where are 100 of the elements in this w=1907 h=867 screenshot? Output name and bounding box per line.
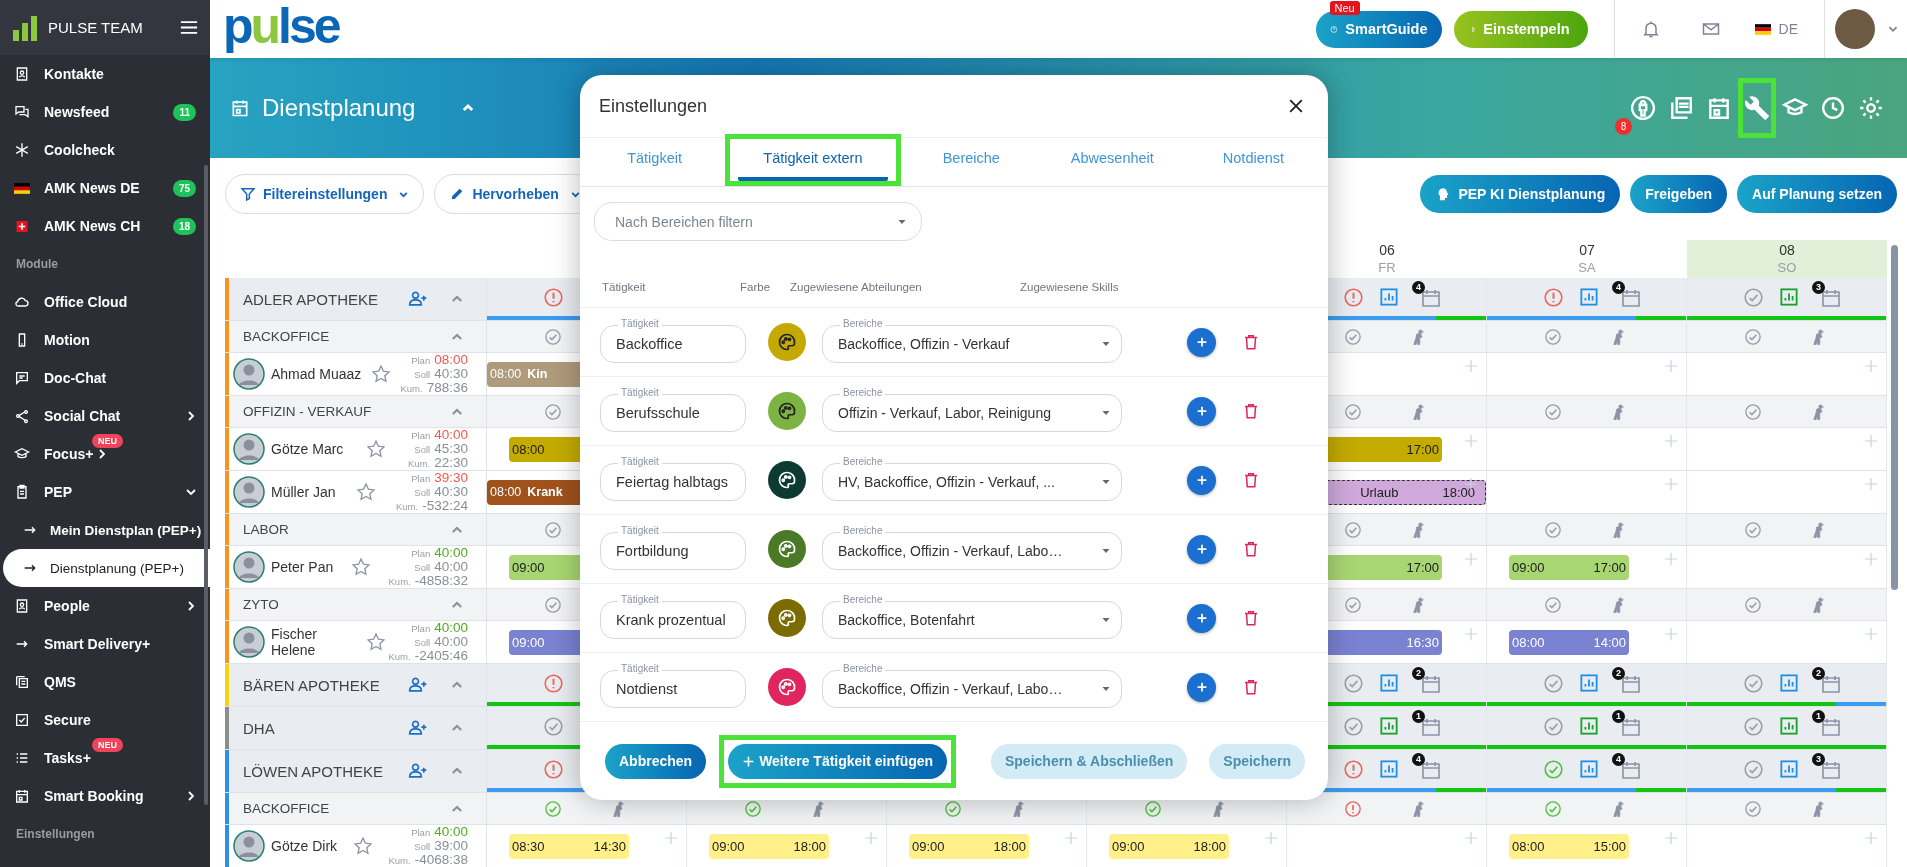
target-value: 39:00 <box>434 839 468 852</box>
employee-name: Müller Jan <box>271 484 336 500</box>
new-badge: NEU <box>92 738 123 752</box>
plan-label: Plan <box>411 622 431 635</box>
cumulative-label: Kum. <box>388 575 411 588</box>
cumulative-value: -4858:32 <box>414 574 468 587</box>
weekday-label: FR <box>1378 259 1396 277</box>
shift-bar[interactable]: 08:00 14:00 <box>1509 629 1629 655</box>
count-badge: 4 <box>1612 753 1625 766</box>
shift-bar[interactable]: 08:30 14:30 <box>509 833 629 859</box>
plan-value: 40:00 <box>434 546 468 559</box>
plan-value: 08:00 <box>434 353 468 366</box>
group-name: DHA <box>243 719 276 737</box>
plan-value: 39:30 <box>434 471 468 484</box>
count-badge: 2 <box>1612 667 1625 680</box>
plan-label: Plan <box>411 826 431 839</box>
plan-label: Plan <box>411 547 431 560</box>
plan-value: 40:00 <box>434 621 468 634</box>
column-header: Farbe <box>740 281 771 293</box>
count-badge: 11 <box>173 103 196 121</box>
count-badge: 3 <box>1812 281 1825 294</box>
shift-bar[interactable]: 09:00 18:00 <box>1109 833 1229 859</box>
filter-button[interactable]: Filtereinstellungen <box>225 174 425 214</box>
column-header: Zugewiesene Skills <box>1020 281 1119 293</box>
target-label: Soll <box>414 486 431 499</box>
cumulative-label: Kum. <box>388 854 411 867</box>
section-label: Einstellungen <box>15 826 96 843</box>
sidebar-item[interactable]: PEP <box>0 473 76 511</box>
target-value: 40:30 <box>434 485 468 498</box>
column-header: Zugewiesene Abteilungen <box>790 281 922 293</box>
count-badge: 75 <box>172 179 196 197</box>
sidebar-item[interactable]: Office Cloud <box>0 283 132 321</box>
action-button[interactable]: PEP KI Dienstplanung <box>1420 175 1621 213</box>
cumulative-value: -2405:46 <box>414 649 468 662</box>
dialog-button[interactable]: Weitere Tätigkeit einfügen <box>728 743 948 779</box>
employee-name: Götze Marc <box>271 441 344 457</box>
weekday-label: SA <box>1578 259 1596 277</box>
cumulative-label: Kum. <box>396 500 419 513</box>
count-badge: 4 <box>1412 281 1425 294</box>
target-value: 40:00 <box>434 560 468 573</box>
area-filter-select[interactable]: Nach Bereichen filtern <box>594 202 922 241</box>
plan-label: Plan <box>411 429 431 442</box>
day-number: 08 <box>1779 241 1795 259</box>
cumulative-value: 788:36 <box>426 381 468 394</box>
action-button[interactable]: Auf Planung setzen <box>1737 175 1897 213</box>
sidebar-item[interactable]: Newsfeed <box>0 93 114 131</box>
count-badge: 2 <box>1812 667 1825 680</box>
sidebar-item[interactable]: AMK News CH <box>0 207 145 245</box>
employee-name: Peter Pan <box>271 559 334 575</box>
dialog-title: Einstellungen <box>599 95 709 117</box>
plan-label: Plan <box>411 472 431 485</box>
section-name: OFFIZIN - VERKAUF <box>243 404 373 419</box>
count-badge: 8 <box>1615 118 1632 135</box>
sidebar-item[interactable]: Social Chat <box>0 397 125 435</box>
dialog-button[interactable]: Abbrechen <box>605 743 707 779</box>
cumulative-label: Kum. <box>400 382 423 395</box>
sidebar-item[interactable]: Doc-Chat <box>0 359 111 397</box>
brand-name: PULSE TEAM <box>48 19 144 36</box>
sidebar-item[interactable]: Motion <box>0 321 94 359</box>
count-badge: 1 <box>1812 710 1825 723</box>
plan-value: 40:00 <box>434 825 468 838</box>
sidebar-item[interactable]: Smart Booking <box>0 777 148 815</box>
target-label: Soll <box>414 561 431 574</box>
sidebar-item[interactable]: Smart Delivery+ <box>0 625 155 663</box>
day-number: 06 <box>1379 241 1395 259</box>
employee-name: Fischer Helene <box>271 626 318 658</box>
shift-bar[interactable]: 08:00 15:00 <box>1509 833 1629 859</box>
shift-bar[interactable]: 09:00 18:00 <box>709 833 829 859</box>
sidebar-subitem[interactable]: Dienstplanung (PEP+) <box>3 549 210 587</box>
target-value: 40:00 <box>434 635 468 648</box>
tab[interactable]: Tätigkeit extern <box>738 139 888 181</box>
section-name: BACKOFFICE <box>243 329 331 344</box>
cumulative-label: Kum. <box>388 650 411 663</box>
count-badge: 4 <box>1412 753 1425 766</box>
count-badge: 2 <box>1412 667 1425 680</box>
sidebar-subitem[interactable]: Mein Dienstplan (PEP+) <box>0 511 206 549</box>
sidebar-item[interactable]: Coolcheck <box>0 131 119 169</box>
section-name: ZYTO <box>243 597 280 612</box>
sidebar-item[interactable]: Secure <box>0 701 95 739</box>
cumulative-value: -532:24 <box>422 499 468 512</box>
count-badge: 1 <box>1612 710 1625 723</box>
group-name: ADLER APOTHEKE <box>243 290 380 308</box>
shift-bar[interactable]: 09:00 17:00 <box>1509 554 1629 580</box>
group-name: BÄREN APOTHEKE <box>243 676 381 694</box>
action-button[interactable]: Freigeben <box>1630 175 1728 213</box>
cumulative-value: 22:30 <box>434 456 468 469</box>
sidebar-item[interactable]: AMK News DE <box>0 169 144 207</box>
logo[interactable]: pulse <box>223 1 339 51</box>
sidebar-item[interactable]: Kontakte <box>0 55 108 93</box>
plan-value: 40:00 <box>434 428 468 441</box>
new-badge: Neu <box>1329 0 1360 15</box>
sidebar-item[interactable]: QMS <box>0 663 80 701</box>
shift-bar[interactable]: 09:00 18:00 <box>909 833 1029 859</box>
target-label: Soll <box>414 368 431 381</box>
language-code[interactable]: DE <box>1778 21 1798 37</box>
sidebar-item[interactable]: Tasks+ <box>0 739 95 777</box>
count-badge: 18 <box>172 217 196 235</box>
column-header: Tätigkeit <box>602 281 646 293</box>
sidebar-item[interactable]: People <box>0 587 94 625</box>
weekday-label: SO <box>1777 259 1797 277</box>
